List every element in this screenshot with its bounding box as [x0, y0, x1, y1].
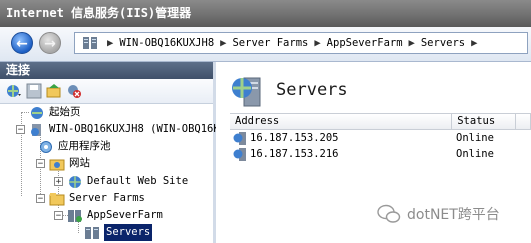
server-icon — [31, 123, 41, 136]
servers-globe-icon — [232, 77, 261, 107]
tree-item-sites[interactable]: − 网站 — [36, 155, 90, 172]
tree-item-servers[interactable]: Servers — [84, 224, 153, 241]
servers-icon — [85, 226, 99, 239]
address-value: 16.187.153.216 — [250, 148, 339, 160]
server-icon — [233, 131, 246, 145]
tree-item-label: 起始页 — [49, 106, 81, 118]
folder-icon — [49, 192, 65, 205]
address-value: 16.187.153.205 — [250, 132, 339, 144]
table-row[interactable]: 16.187.153.205 Online — [230, 130, 531, 146]
breadcrumb-separator: ▶ — [107, 37, 114, 49]
collapse-toggle[interactable]: − — [36, 194, 45, 204]
connections-toolbar — [0, 79, 213, 104]
status-cell: Online — [456, 132, 494, 144]
tree-item-start-page[interactable]: 起始页 — [29, 104, 81, 121]
column-header-status[interactable]: Status — [452, 114, 517, 129]
breadcrumb-separator: ▶ — [314, 37, 321, 49]
address-cell: 16.187.153.216 — [230, 146, 453, 162]
website-globe-icon — [69, 175, 81, 188]
tree-item-label: 应用程序池 — [58, 140, 111, 152]
page-title: Servers — [276, 80, 348, 100]
server-farm-icon — [68, 209, 82, 222]
breadcrumb-separator: ▶ — [220, 37, 227, 49]
tree-item-label: Default Web Site — [87, 175, 189, 187]
server-icon — [233, 147, 246, 161]
servers-table: Address Status 16.187.153.205 Online 16.… — [230, 113, 531, 162]
tree-item-appseverfarm[interactable]: − AppSeverFarm — [54, 207, 163, 224]
refresh-folder-icon[interactable] — [46, 83, 62, 99]
expand-toggle[interactable]: + — [54, 177, 63, 187]
back-button[interactable]: ← — [11, 32, 33, 54]
column-header-spacer — [516, 114, 530, 129]
breadcrumb-item-server[interactable]: WIN-OBQ16KUXJH8 — [119, 37, 214, 49]
breadcrumb-item-server-farms[interactable]: Server Farms — [232, 37, 308, 49]
forward-button[interactable]: → — [39, 32, 61, 54]
collapse-toggle[interactable]: − — [36, 159, 45, 169]
tree-item-label: Servers — [104, 224, 153, 241]
app-pool-icon — [40, 140, 52, 153]
collapse-toggle[interactable]: − — [16, 125, 25, 135]
tree-item-default-web-site[interactable]: + Default Web Site — [54, 173, 188, 190]
navigation-toolbar: ← → ▶ WIN-OBQ16KUXJH8 ▶ Server Farms ▶ A… — [0, 27, 531, 62]
connect-globe-icon[interactable] — [6, 83, 22, 99]
start-page-icon — [31, 106, 43, 119]
table-header: Address Status — [230, 113, 531, 130]
window-title: Internet 信息服务(IIS)管理器 — [0, 0, 531, 27]
column-header-address[interactable]: Address — [230, 114, 453, 129]
save-icon[interactable] — [26, 83, 42, 99]
breadcrumb-item-servers[interactable]: Servers — [421, 37, 465, 49]
tree-item-app-pools[interactable]: 应用程序池 — [38, 138, 111, 155]
table-row[interactable]: 16.187.153.216 Online — [230, 146, 531, 162]
watermark-text: dotNET跨平台 — [407, 207, 500, 223]
page-header: Servers — [230, 72, 348, 108]
breadcrumb-separator: ▶ — [408, 37, 415, 49]
wechat-logo-icon — [377, 204, 401, 223]
connections-header: 连接 — [0, 62, 213, 79]
address-bar[interactable]: ▶ WIN-OBQ16KUXJH8 ▶ Server Farms ▶ AppSe… — [74, 32, 528, 54]
watermark: dotNET跨平台 — [377, 204, 500, 224]
connections-pane: 连接 起始页 − WIN-OBQ16KUXJH8 (WIN-OBQ16KUXJH… — [0, 62, 346, 243]
server-farm-icon — [83, 37, 97, 49]
address-cell: 16.187.153.205 — [230, 130, 453, 146]
tree-item-label: Server Farms — [69, 192, 145, 204]
breadcrumb-item-appseverfarm[interactable]: AppSeverFarm — [327, 37, 403, 49]
collapse-toggle[interactable]: − — [54, 211, 63, 221]
folder-icon — [49, 159, 65, 170]
status-cell: Online — [456, 148, 494, 160]
tree-item-label: AppSeverFarm — [87, 209, 163, 221]
breadcrumb-separator: ▶ — [471, 37, 478, 49]
disconnect-icon[interactable] — [66, 83, 82, 99]
tree-item-label: 网站 — [69, 157, 90, 169]
tree-item-server-farms[interactable]: − Server Farms — [36, 190, 145, 207]
